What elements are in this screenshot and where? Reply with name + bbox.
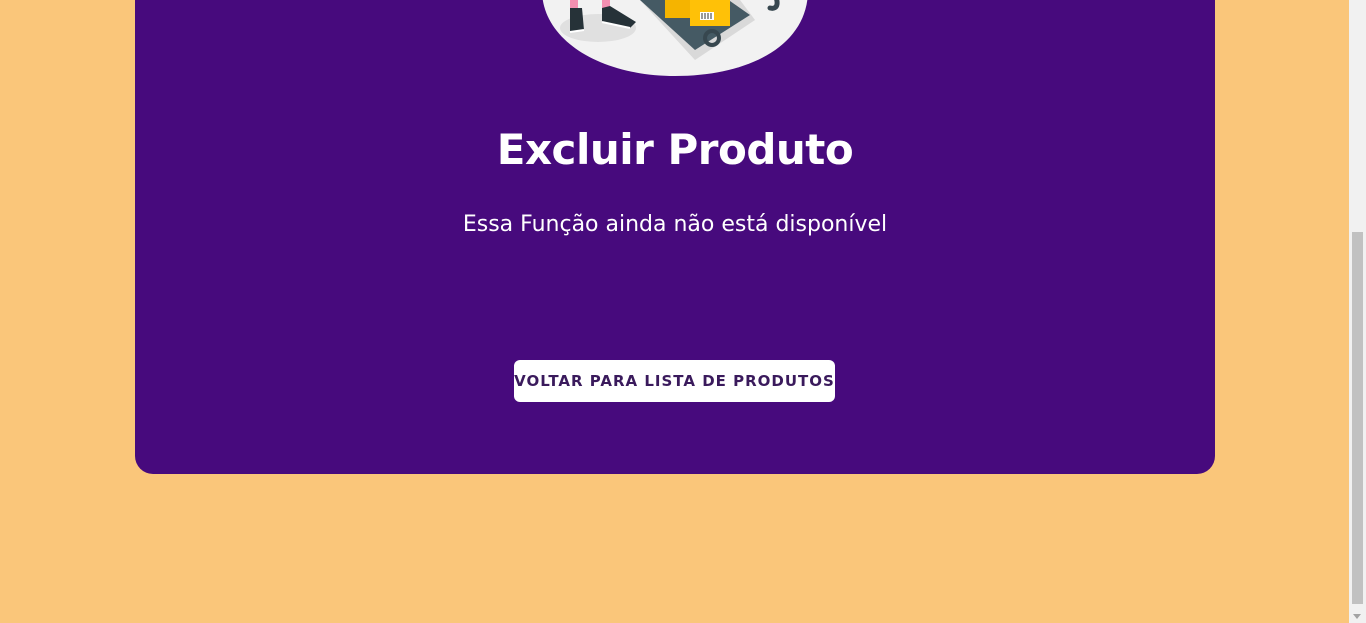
unavailable-message: Essa Função ainda não está disponível <box>462 212 888 237</box>
page: Excluir Produto Essa Função ainda não es… <box>0 0 1366 623</box>
scrollbar-thumb[interactable] <box>1352 232 1363 604</box>
back-to-product-list-button[interactable]: VOLTAR PARA LISTA DE PRODUTOS <box>514 360 835 402</box>
vertical-scrollbar[interactable] <box>1349 0 1366 623</box>
page-title: Excluir Produto <box>496 125 854 174</box>
warehouse-delivery-illustration <box>542 0 808 76</box>
scroll-down-arrow-icon[interactable] <box>1353 614 1361 619</box>
content-card: Excluir Produto Essa Função ainda não es… <box>135 0 1215 474</box>
